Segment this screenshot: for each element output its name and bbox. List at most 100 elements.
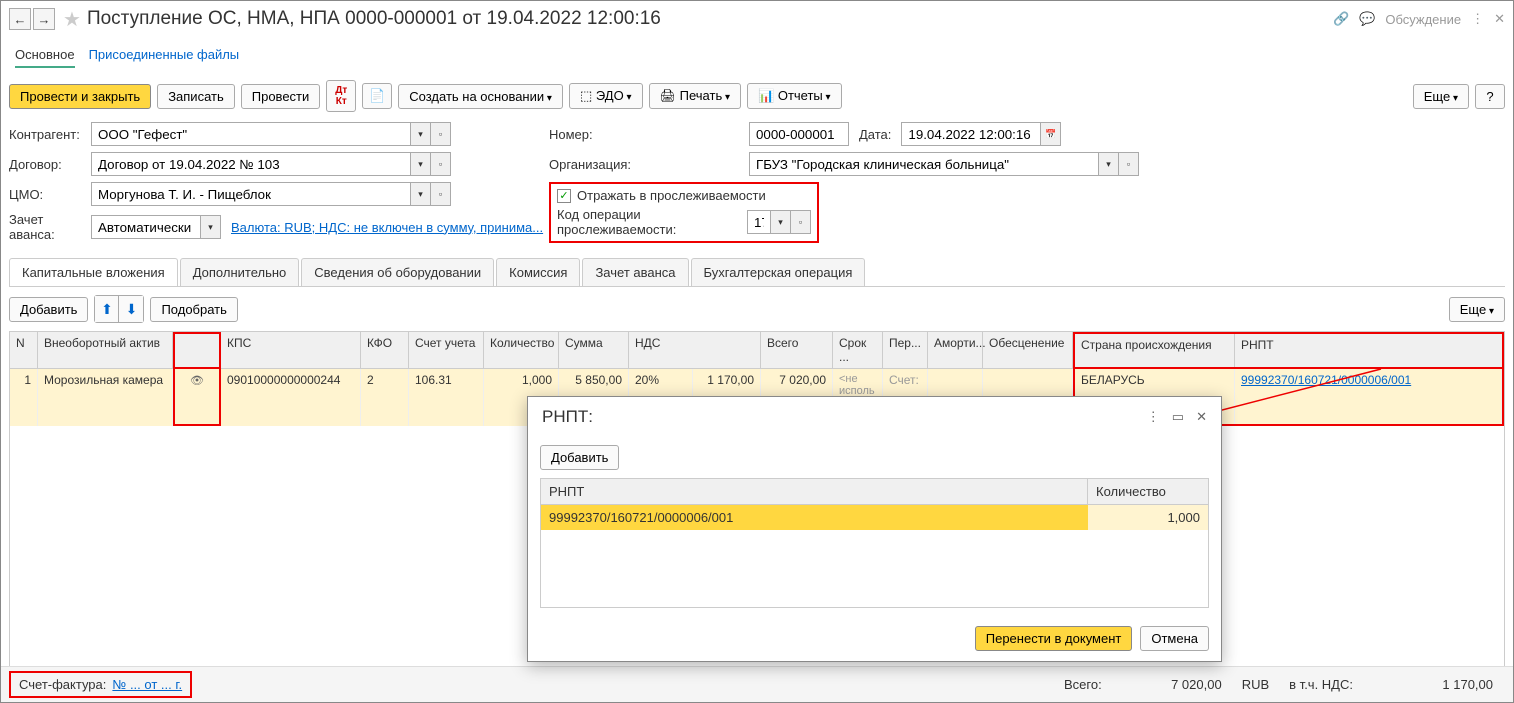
tab-commission[interactable]: Комиссия <box>496 258 580 286</box>
tab-additional[interactable]: Дополнительно <box>180 258 300 286</box>
nav-back-button[interactable]: ← <box>9 8 31 30</box>
col-amort[interactable]: Аморти... <box>928 332 983 369</box>
col-country[interactable]: Страна происхождения <box>1075 334 1235 367</box>
counterparty-open-icon[interactable]: ▫ <box>431 122 451 146</box>
print-button[interactable]: 🖨 Печать <box>649 83 742 109</box>
subtab-files[interactable]: Присоединенные файлы <box>89 43 240 68</box>
number-input[interactable] <box>749 122 849 146</box>
col-eye[interactable] <box>173 332 221 369</box>
popup-maximize-icon[interactable]: ▭ <box>1172 409 1184 425</box>
contract-input[interactable] <box>91 152 411 176</box>
cell-asset[interactable]: Морозильная камера <box>38 369 173 401</box>
link-icon[interactable]: 🔗 <box>1333 11 1349 27</box>
popup-col-rnpt[interactable]: РНПТ <box>541 479 1088 505</box>
footer-vat-label: в т.ч. НДС: <box>1289 677 1353 692</box>
move-down-button[interactable]: ⬇ <box>119 296 143 322</box>
cell-account[interactable]: 106.31 <box>409 369 484 401</box>
invoice-label: Счет-фактура: <box>19 677 106 692</box>
date-input[interactable] <box>901 122 1041 146</box>
col-n[interactable]: N <box>10 332 38 369</box>
col-obes[interactable]: Обесценение <box>983 332 1073 369</box>
footer-total: 7 020,00 <box>1122 677 1222 692</box>
cell-kfo[interactable]: 2 <box>361 369 409 401</box>
favorite-star-icon[interactable]: ★ <box>63 7 81 32</box>
trace-label: Отражать в прослеживаемости <box>577 188 766 203</box>
cell-eye[interactable]: 👁 <box>173 369 221 401</box>
popup-close-icon[interactable]: ✕ <box>1196 409 1207 425</box>
add-row-button[interactable]: Добавить <box>9 297 88 322</box>
post-and-close-button[interactable]: Провести и закрыть <box>9 84 151 109</box>
contract-label: Договор: <box>9 157 91 172</box>
close-icon[interactable]: ✕ <box>1494 11 1505 27</box>
select-button[interactable]: Подобрать <box>150 297 237 322</box>
counterparty-dropdown-icon[interactable]: ▾ <box>411 122 431 146</box>
org-dropdown-icon[interactable]: ▾ <box>1099 152 1119 176</box>
more-button[interactable]: Еще <box>1413 84 1469 109</box>
col-per[interactable]: Пер... <box>883 332 928 369</box>
col-account[interactable]: Счет учета <box>409 332 484 369</box>
chat-icon[interactable]: 💬 <box>1359 11 1375 27</box>
col-vat[interactable]: НДС <box>629 332 761 369</box>
mol-dropdown-icon[interactable]: ▾ <box>411 182 431 206</box>
trace-code-open-icon[interactable]: ▫ <box>791 210 811 234</box>
advance-input[interactable] <box>91 215 201 239</box>
trace-code-label: Код операции прослеживаемости: <box>557 207 747 237</box>
advance-dropdown-icon[interactable]: ▾ <box>201 215 221 239</box>
calendar-icon[interactable]: 📅 <box>1041 122 1061 146</box>
popup-kebab-icon[interactable]: ⋮ <box>1147 409 1160 425</box>
invoice-link[interactable]: № ... от ... г. <box>112 677 182 692</box>
popup-title: РНПТ: <box>542 407 1135 427</box>
col-qty[interactable]: Количество <box>484 332 559 369</box>
popup-cell-qty[interactable]: 1,000 <box>1088 505 1208 530</box>
create-based-button[interactable]: Создать на основании <box>398 84 563 109</box>
page-title: Поступление ОС, НМА, НПА 0000-000001 от … <box>87 8 1333 30</box>
subtab-main[interactable]: Основное <box>15 43 75 68</box>
save-button[interactable]: Записать <box>157 84 235 109</box>
dt-kt-icon[interactable]: ДтКт <box>326 80 356 112</box>
cancel-button[interactable]: Отмена <box>1140 626 1209 651</box>
org-input[interactable] <box>749 152 1099 176</box>
cell-rnpt[interactable]: 99992370/160721/0000006/001 <box>1235 369 1502 401</box>
reports-button[interactable]: 📊 Отчеты <box>747 83 842 109</box>
cell-n[interactable]: 1 <box>10 369 38 401</box>
advance-label: Зачет аванса: <box>9 212 91 242</box>
col-kfo[interactable]: КФО <box>361 332 409 369</box>
counterparty-input[interactable] <box>91 122 411 146</box>
col-sum[interactable]: Сумма <box>559 332 629 369</box>
transfer-button[interactable]: Перенести в документ <box>975 626 1133 651</box>
col-rnpt[interactable]: РНПТ <box>1235 334 1502 367</box>
contract-dropdown-icon[interactable]: ▾ <box>411 152 431 176</box>
help-button[interactable]: ? <box>1475 84 1505 109</box>
tab-bookkeeping[interactable]: Бухгалтерская операция <box>691 258 866 286</box>
contract-open-icon[interactable]: ▫ <box>431 152 451 176</box>
col-kps[interactable]: КПС <box>221 332 361 369</box>
discussion-link[interactable]: Обсуждение <box>1385 12 1461 27</box>
popup-cell-rnpt[interactable]: 99992370/160721/0000006/001 <box>541 505 1088 530</box>
nav-forward-button[interactable]: → <box>33 8 55 30</box>
org-open-icon[interactable]: ▫ <box>1119 152 1139 176</box>
col-asset[interactable]: Внеоборотный актив <box>38 332 173 369</box>
eye-icon: 👁 <box>190 375 204 387</box>
post-button[interactable]: Провести <box>241 84 321 109</box>
grid-more-button[interactable]: Еще <box>1449 297 1505 322</box>
currency-link[interactable]: Валюта: RUB; НДС: не включен в сумму, пр… <box>231 220 543 235</box>
kebab-menu-icon[interactable]: ⋮ <box>1471 11 1484 27</box>
col-total[interactable]: Всего <box>761 332 833 369</box>
tab-capital[interactable]: Капитальные вложения <box>9 258 178 286</box>
tab-advance[interactable]: Зачет аванса <box>582 258 688 286</box>
cell-kps[interactable]: 09010000000000244 <box>221 369 361 401</box>
edo-button[interactable]: ⬚ ЭДО <box>569 83 643 109</box>
popup-col-qty[interactable]: Количество <box>1088 479 1208 505</box>
rnpt-popup: РНПТ: ⋮ ▭ ✕ Добавить РНПТ Количество 999… <box>527 396 1222 662</box>
move-up-button[interactable]: ⬆ <box>95 296 119 322</box>
mol-open-icon[interactable]: ▫ <box>431 182 451 206</box>
mol-input[interactable] <box>91 182 411 206</box>
tab-equipment[interactable]: Сведения об оборудовании <box>301 258 494 286</box>
number-label: Номер: <box>549 127 749 142</box>
trace-code-input[interactable] <box>747 210 771 234</box>
trace-code-dropdown-icon[interactable]: ▾ <box>771 210 791 234</box>
trace-checkbox[interactable]: ✓ <box>557 189 571 203</box>
col-srok[interactable]: Срок ... <box>833 332 883 369</box>
document-icon[interactable]: 📄 <box>362 83 392 109</box>
popup-add-button[interactable]: Добавить <box>540 445 619 470</box>
